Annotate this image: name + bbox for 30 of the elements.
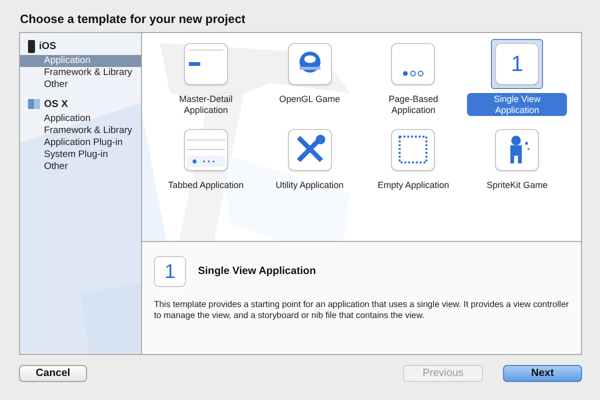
template-label: Page-Based Application (388, 93, 440, 116)
phone-icon (28, 40, 35, 52)
group-heading: iOS (39, 40, 56, 54)
sidebar-item[interactable]: Other (20, 79, 141, 91)
sidebar-item[interactable]: Application (20, 113, 141, 125)
template-label: Master-Detail Application (178, 93, 234, 116)
sidebar-item[interactable]: Framework & Library (20, 125, 141, 137)
tools-icon (288, 129, 332, 171)
single-view-icon: 1 (154, 256, 186, 287)
template-description: This template provides a starting point for an application that uses a single view. It provides a view controller to manage the view, and a storyboard or nib file that contains the view. (154, 299, 570, 321)
sidebar-item[interactable]: Application Plug-in (20, 137, 141, 149)
dialog-title: Choose a template for your new project (20, 12, 246, 26)
sidebar-item[interactable]: System Plug-in (20, 149, 141, 161)
page-dots-icon (391, 43, 436, 85)
cancel-button[interactable]: Cancel (19, 365, 87, 382)
template-label: Tabbed Application (167, 179, 245, 192)
template-label: Empty Application (376, 179, 450, 192)
dashed-square-icon (391, 129, 436, 171)
template-label: Utility Application (274, 179, 345, 192)
split-view-icon (184, 43, 228, 85)
template-label: Single View Application (467, 93, 568, 116)
next-button[interactable]: Next (503, 365, 582, 382)
template-label: OpenGL Game (278, 93, 341, 106)
template-title: Single View Application (198, 264, 316, 279)
sidebar-item[interactable]: Other (20, 161, 141, 173)
tab-bar-icon (184, 129, 228, 171)
sidebar-item[interactable]: Framework & Library (20, 67, 141, 79)
template-label: SpriteKit Game (486, 179, 549, 192)
robot-figure-icon (495, 129, 540, 171)
group-heading: OS X (44, 98, 68, 112)
